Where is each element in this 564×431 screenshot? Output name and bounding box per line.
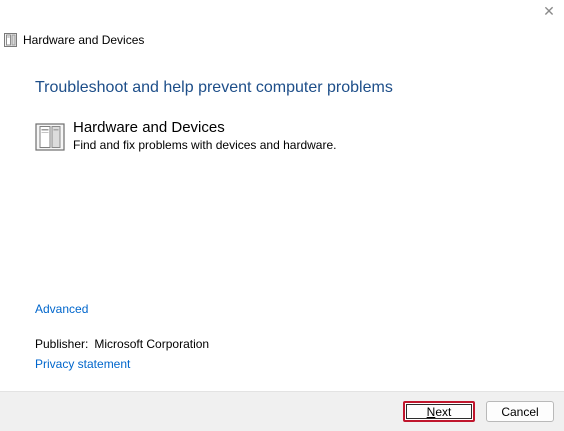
button-bar: Next Cancel	[0, 391, 564, 431]
next-button-mnemonic: N	[426, 404, 436, 419]
hardware-device-icon	[35, 123, 65, 151]
troubleshooter-name: Hardware and Devices	[73, 119, 225, 136]
next-button[interactable]: Next	[403, 401, 475, 422]
advanced-link[interactable]: Advanced	[35, 302, 88, 316]
page-title: Troubleshoot and help prevent computer p…	[35, 79, 393, 96]
troubleshooter-text: Hardware and Devices Find and fix proble…	[73, 119, 336, 153]
troubleshooter-description: Find and fix problems with devices and h…	[73, 138, 337, 152]
publisher-info: Publisher: Microsoft Corporation	[35, 337, 209, 351]
window-title: Hardware and Devices	[23, 33, 145, 47]
hardware-device-icon	[4, 33, 17, 47]
troubleshooter-window: ✕ Hardware and Devices Troubleshoot and …	[0, 0, 564, 431]
publisher-label: Publisher:	[35, 337, 89, 351]
troubleshooter-item: Hardware and Devices Find and fix proble…	[35, 119, 336, 153]
title-bar: Hardware and Devices	[4, 31, 144, 49]
publisher-value: Microsoft Corporation	[94, 337, 210, 351]
close-icon: ✕	[543, 2, 555, 19]
close-button[interactable]: ✕	[534, 0, 564, 22]
cancel-button[interactable]: Cancel	[486, 401, 554, 422]
next-button-label: ext	[435, 404, 452, 419]
privacy-statement-link[interactable]: Privacy statement	[35, 357, 130, 371]
